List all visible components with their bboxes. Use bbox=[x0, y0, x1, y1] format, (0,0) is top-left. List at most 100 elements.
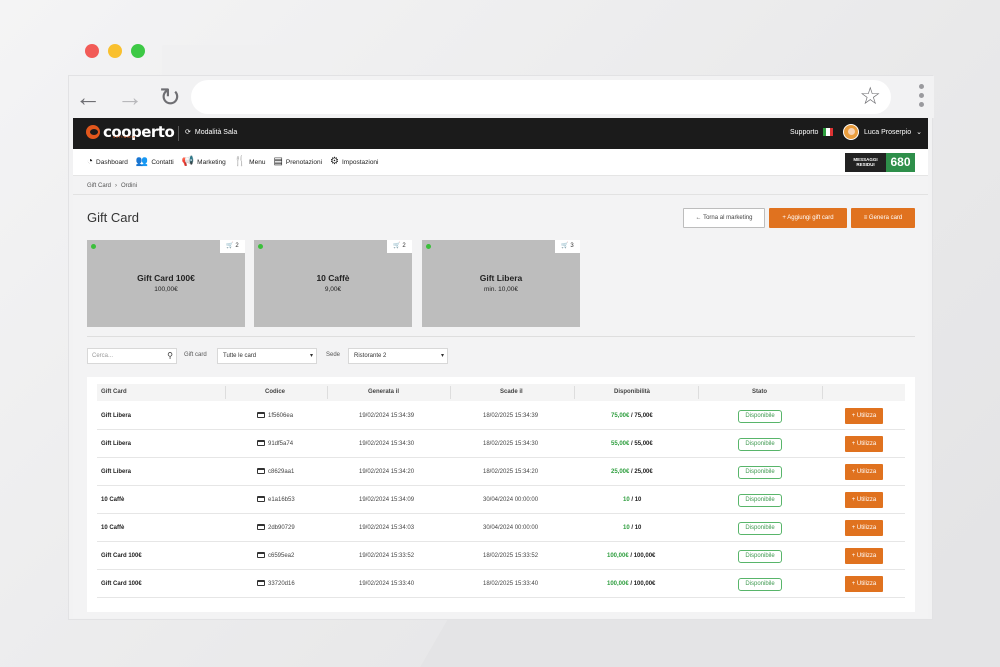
credit-card-icon bbox=[257, 440, 265, 447]
browser-tab[interactable] bbox=[162, 45, 332, 78]
maximize-dot[interactable] bbox=[131, 44, 145, 58]
kebab-menu-icon[interactable] bbox=[917, 84, 925, 107]
gift-card-tile[interactable]: 🛒 3 Gift Libera min. 10,00€ bbox=[422, 240, 580, 327]
menu-item-dashboard[interactable]: ◔ Dashboard bbox=[87, 157, 128, 167]
status-dot bbox=[426, 244, 431, 249]
cell-availability: 25,00€ / 25,00€ bbox=[611, 458, 653, 486]
cell-gift-card: Gift Card 100€ bbox=[101, 581, 142, 587]
cell-gift-card: Gift Card 100€ bbox=[101, 553, 142, 559]
card-title: Gift Card 100€ bbox=[137, 273, 195, 283]
table-header: Gift Card Codice Generata il Scade il Di… bbox=[97, 384, 905, 401]
page-title: Gift Card bbox=[87, 210, 140, 225]
gift-card-tile[interactable]: 🛒 2 10 Caffè 9,00€ bbox=[254, 240, 412, 327]
status-badge: Disponibile bbox=[738, 466, 782, 479]
menu-item-marketing[interactable]: 📢 Marketing bbox=[182, 157, 226, 167]
messages-label: MESSAGGI RESIDUI bbox=[845, 153, 886, 172]
breadcrumb-item[interactable]: Ordini bbox=[121, 183, 137, 189]
cell-expires: 18/02/2025 15:33:40 bbox=[483, 581, 539, 587]
menu-label: Contatti bbox=[151, 158, 174, 166]
minimize-dot[interactable] bbox=[108, 44, 122, 58]
user-menu[interactable]: Luca Proserpio ⌄ bbox=[843, 124, 922, 140]
cutlery-icon: 🍴 bbox=[233, 156, 247, 167]
cell-generated: 19/02/2024 15:33:52 bbox=[359, 553, 415, 559]
breadcrumb: Gift Card › Ordini bbox=[87, 183, 137, 189]
sede-select-value: Ristorante 2 bbox=[354, 353, 387, 359]
card-title: 10 Caffè bbox=[316, 273, 350, 283]
messages-counter[interactable]: MESSAGGI RESIDUI 680 bbox=[845, 153, 915, 172]
top-bar: cooperto software ⟳ Modalità Sala Suppor… bbox=[73, 118, 928, 149]
sede-select[interactable]: Ristorante 2 ▾ bbox=[348, 348, 448, 364]
cart-icon: 🛒 bbox=[226, 243, 234, 249]
use-button[interactable]: + Utilizza bbox=[845, 576, 883, 592]
user-name: Luca Proserpio bbox=[864, 128, 912, 136]
add-gift-card-button[interactable]: + Aggiungi gift card bbox=[769, 208, 847, 228]
address-bar[interactable]: ☆ bbox=[191, 80, 891, 114]
code-text: 91df5a74 bbox=[268, 441, 294, 447]
giftcard-select-value: Tutte le card bbox=[223, 353, 257, 359]
column-header: Gift Card bbox=[101, 389, 127, 395]
cart-count-badge: 🛒 3 bbox=[555, 240, 580, 253]
menu-item-menu[interactable]: 🍴 Menu bbox=[234, 157, 266, 167]
code-text: c8629aa1 bbox=[268, 469, 295, 475]
arrow-right-icon[interactable]: → bbox=[115, 83, 145, 111]
status-badge: Disponibile bbox=[738, 438, 782, 451]
cell-availability: 10 / 10 bbox=[623, 486, 641, 514]
gift-card-tile[interactable]: 🛒 2 Gift Card 100€ 100,00€ bbox=[87, 240, 245, 327]
reload-icon[interactable]: ↻ bbox=[155, 83, 185, 111]
mode-toggle[interactable]: ⟳ Modalità Sala bbox=[185, 128, 237, 137]
status-dot bbox=[258, 244, 263, 249]
cell-gift-card: 10 Caffè bbox=[101, 497, 125, 503]
generate-card-button[interactable]: ≡ Genera card bbox=[851, 208, 915, 228]
status-badge: Disponibile bbox=[738, 494, 782, 507]
search-input[interactable]: Cerca... ⚲ bbox=[87, 348, 177, 364]
breadcrumb-item[interactable]: Gift Card bbox=[87, 183, 111, 189]
messages-count: 680 bbox=[886, 153, 915, 172]
code-text: c6595ea2 bbox=[268, 553, 295, 559]
giftcard-select[interactable]: Tutte le card ▾ bbox=[217, 348, 317, 364]
use-button[interactable]: + Utilizza bbox=[845, 548, 883, 564]
cell-expires: 18/02/2025 15:34:20 bbox=[483, 469, 539, 475]
available-amount: 55,00€ bbox=[611, 441, 630, 447]
column-header: Codice bbox=[265, 389, 286, 395]
column-divider bbox=[822, 386, 823, 399]
column-header: Generata il bbox=[368, 389, 400, 395]
use-button[interactable]: + Utilizza bbox=[845, 464, 883, 480]
use-button[interactable]: + Utilizza bbox=[845, 436, 883, 452]
italy-flag-icon[interactable] bbox=[823, 128, 833, 136]
close-dot[interactable] bbox=[85, 44, 99, 58]
cell-generated: 19/02/2024 15:33:40 bbox=[359, 581, 415, 587]
cell-code: 91df5a74 bbox=[257, 430, 293, 458]
cart-icon: 🛒 bbox=[393, 243, 401, 249]
credit-card-icon bbox=[257, 496, 265, 503]
menu-item-impostazioni[interactable]: ⚙ Impostazioni bbox=[330, 157, 378, 167]
cell-generated: 19/02/2024 15:34:39 bbox=[359, 413, 415, 419]
menu-item-contatti[interactable]: 👥 Contatti bbox=[136, 157, 174, 167]
window-controls bbox=[85, 44, 145, 58]
cell-code: c8629aa1 bbox=[257, 458, 294, 486]
table-row: Gift Libera 1f5606ea 19/02/2024 15:34:39… bbox=[97, 402, 905, 430]
total-amount: / 25,00€ bbox=[631, 469, 653, 475]
dashboard-icon: ◔ bbox=[87, 156, 94, 167]
menu-item-prenotazioni[interactable]: ▤ Prenotazioni bbox=[273, 157, 322, 167]
status-badge: Disponibile bbox=[738, 550, 782, 563]
use-button[interactable]: + Utilizza bbox=[845, 408, 883, 424]
support-link[interactable]: Supporto bbox=[790, 129, 818, 136]
cell-availability: 75,00€ / 75,00€ bbox=[611, 402, 653, 430]
column-header: Stato bbox=[752, 389, 767, 395]
use-button[interactable]: + Utilizza bbox=[845, 520, 883, 536]
total-amount: / 100,00€ bbox=[630, 581, 656, 587]
browser-toolbar: ← → ↻ ☆ bbox=[69, 76, 934, 118]
cart-icon: 🛒 bbox=[561, 243, 569, 249]
arrow-left-icon[interactable]: ← bbox=[73, 83, 103, 111]
credit-card-icon bbox=[257, 524, 265, 531]
search-icon[interactable]: ⚲ bbox=[167, 349, 173, 363]
cell-expires: 18/02/2025 15:34:39 bbox=[483, 413, 539, 419]
menu-label: Impostazioni bbox=[342, 158, 379, 166]
column-divider bbox=[225, 386, 226, 399]
back-to-marketing-button[interactable]: ← Torna al marketing bbox=[683, 208, 765, 228]
table-row: Gift Libera 91df5a74 19/02/2024 15:34:30… bbox=[97, 430, 905, 458]
use-button[interactable]: + Utilizza bbox=[845, 492, 883, 508]
star-icon[interactable]: ☆ bbox=[859, 83, 881, 111]
column-header: Disponibilità bbox=[614, 389, 650, 395]
table-row: 10 Caffè 2db90729 19/02/2024 15:34:03 30… bbox=[97, 514, 905, 542]
